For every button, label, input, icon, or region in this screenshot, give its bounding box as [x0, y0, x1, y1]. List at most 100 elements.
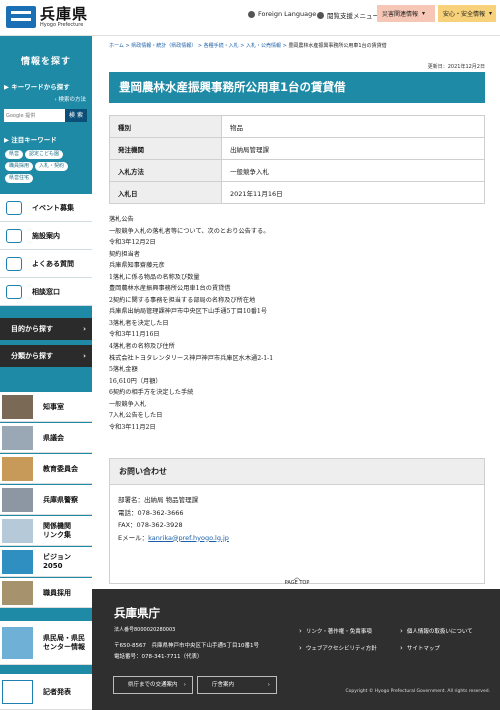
contact-tel: 電話：078-362-3666	[118, 508, 184, 517]
keyword-chip[interactable]: 県営住宅	[5, 174, 34, 183]
contact-heading: お問い合わせ	[110, 459, 484, 485]
notice-line: 3落札者を決定した日	[109, 319, 169, 327]
footer-phone: 電話番号：078-341-7711（代表）	[114, 653, 203, 660]
keyword-chip[interactable]: 入札・契約	[35, 162, 69, 171]
sidebar-item-events[interactable]: イベント募集	[0, 194, 92, 222]
keyword-chip[interactable]: 認定こども園	[25, 150, 64, 159]
link-assembly[interactable]: 県議会	[0, 423, 92, 453]
table-row: 種別 物品	[109, 115, 485, 138]
footer-address-block: 〒650-8567 兵庫県神戸市中央区下山手通5丁目10番1号 電話番号：078…	[114, 641, 259, 662]
chevron-right-icon: ›	[83, 325, 86, 333]
search-input[interactable]	[4, 109, 65, 122]
contact-email-link[interactable]: kanrika@pref.hyogo.lg.jp	[148, 534, 229, 542]
notice-line: 契約担当者	[109, 250, 140, 258]
reading-support-link[interactable]: 閲覧支援メニュー	[317, 10, 379, 20]
footer-address: 〒650-8567 兵庫県神戸市中央区下山手通5丁目10番1号	[114, 643, 259, 649]
notice-line: 令和3年12月2日	[109, 239, 156, 247]
breadcrumb-item[interactable]: 各種手続・入札	[204, 43, 239, 49]
sidebar-title: 情報を探す	[20, 57, 71, 67]
table-row: 入札方法 一般競争入札	[109, 159, 485, 182]
governor-photo	[2, 395, 33, 419]
contact-box: お問い合わせ 部署名：出納局 物品管理課 電話：078-362-3666 FAX…	[109, 458, 485, 584]
chevron-down-icon: ▾	[422, 10, 426, 17]
link-recruitment[interactable]: 職員採用	[0, 578, 92, 608]
globe-icon	[248, 10, 255, 18]
notice-line: 兵庫県知事齋藤元彦	[109, 262, 165, 270]
keyword-chip[interactable]: 職員採用	[5, 162, 34, 171]
sidebar: 情報を探す ▶ キーワードから探す › 検索の方法 検 索 ▶ 注目キーワード …	[0, 36, 92, 710]
sidebar-item-consultation[interactable]: 相談窓口	[0, 278, 92, 306]
disaster-info-button[interactable]: 災害関連情報 ▾	[377, 5, 435, 22]
sidebar-item-faq[interactable]: よくある質問	[0, 250, 92, 278]
table-cell: 出納局管理課	[221, 137, 485, 160]
hyogo-logo-icon	[6, 6, 36, 28]
notice-line: 2契約に関する事務を担当する部局の名称及び所在地	[109, 296, 256, 304]
copyright: Copyright © Hyogo Prefectural Government…	[345, 689, 490, 694]
link-governor[interactable]: 知事室	[0, 392, 92, 422]
logo-subtitle: Hyogo Prefecture	[40, 22, 84, 28]
assembly-photo	[2, 426, 33, 450]
contact-dept: 部署名：出納局 物品管理課	[118, 496, 199, 504]
keyword-chips: 県営 認定こども園 職員採用 入札・契約 県営住宅	[5, 150, 89, 186]
notice-line: 5落札金額	[109, 366, 138, 374]
pen-icon	[2, 680, 33, 704]
search-button[interactable]: 検 索	[65, 109, 87, 122]
footer-link-privacy[interactable]: 個人情報の取扱いについて	[400, 627, 473, 635]
link-regional-centers[interactable]: 県民局・県民 センター情報	[0, 621, 92, 665]
table-header-cell: 発注機関	[109, 137, 222, 160]
notice-line: 16,610円（月額）	[109, 377, 162, 385]
footer-link-sitemap[interactable]: サイトマップ	[400, 644, 440, 652]
gear-icon	[317, 11, 324, 19]
sidebar-menu: イベント募集 施設案内 よくある質問 相談窓口	[0, 194, 92, 306]
chevron-right-icon: ›	[267, 682, 270, 688]
page-top-button[interactable]: ︿ PAGE TOP	[282, 574, 312, 587]
vision-2050-image	[2, 550, 33, 574]
keyword-search-label: ▶ キーワードから探す	[4, 83, 70, 91]
breadcrumb-item[interactable]: 県政情報・統計（県政情報）	[131, 43, 196, 49]
notice-line: 6契約の相手方を決定した手続	[109, 389, 194, 397]
education-photo	[2, 457, 33, 481]
breadcrumb-current: 豊岡農林水産振興事務所公用車1台の賃貸借	[288, 43, 387, 49]
notice-line: 1落札に係る物品の名称及び数量	[109, 273, 200, 281]
link-police[interactable]: 兵庫県警察	[0, 485, 92, 515]
award-notice: 落札公告 一般競争入札の落札者等について、次のとおり公告する。 令和3年12月2…	[109, 214, 485, 433]
related-orgs-photo	[2, 519, 33, 543]
chevron-down-icon: ▾	[489, 10, 493, 17]
notice-line: 兵庫県出納局管理課神戸市中央区下山手通5丁目10番1号	[109, 308, 268, 316]
notice-line: 一般競争入札の落札者等について、次のとおり公告する。	[109, 227, 270, 235]
breadcrumb-home[interactable]: ホーム	[109, 43, 124, 49]
sidebar-item-facilities[interactable]: 施設案内	[0, 222, 92, 250]
notice-line: 7入札公告をした日	[109, 412, 163, 420]
notice-line: 落札公告	[109, 216, 134, 223]
footer-link-copyright[interactable]: リンク・著作権・免責事項	[299, 627, 372, 635]
logo-title: 兵庫県	[40, 5, 89, 23]
link-education[interactable]: 教育委員会	[0, 454, 92, 484]
building-guide-button[interactable]: 庁舎案内 ›	[197, 676, 277, 694]
keyword-chip[interactable]: 県営	[5, 150, 24, 159]
search-help-link[interactable]: › 検索の方法	[0, 95, 86, 103]
table-cell: 物品	[221, 115, 485, 138]
foreign-language-link[interactable]: Foreign Language	[248, 10, 316, 18]
site-logo[interactable]: 兵庫県 Hyogo Prefecture	[6, 6, 88, 28]
notice-line: 令和3年11月16日	[109, 331, 160, 339]
consultation-icon	[6, 284, 22, 299]
breadcrumb-item[interactable]: 入札・公売情報	[246, 43, 281, 49]
question-icon	[6, 256, 22, 271]
link-press-release[interactable]: 記者発表	[0, 674, 92, 710]
recruitment-photo	[2, 581, 33, 605]
link-vision-2050[interactable]: ビジョン 2050	[0, 547, 92, 577]
link-related-orgs[interactable]: 関係機関 リンク集	[0, 516, 92, 546]
site-footer: 兵庫県庁 法人番号8000020280003 〒650-8567 兵庫県神戸市中…	[92, 589, 500, 710]
breadcrumb: ホーム > 県政情報・統計（県政情報） > 各種手続・入札 > 入札・公売情報 …	[109, 43, 387, 49]
chevron-right-icon: ›	[183, 682, 186, 688]
search-by-purpose-button[interactable]: 目的から探す ›	[0, 318, 92, 340]
table-cell: 2021年11月16日	[221, 181, 485, 204]
table-cell: 一般競争入札	[221, 159, 485, 182]
updated-date: 更新日：2021年12月2日	[427, 64, 485, 70]
search-by-category-button[interactable]: 分類から探す ›	[0, 345, 92, 367]
transport-guide-button[interactable]: 県庁までの交通案内 ›	[113, 676, 193, 694]
safety-info-button[interactable]: 安心・安全情報 ▾	[438, 5, 496, 22]
notice-line: 4落札者の名称及び住所	[109, 343, 175, 351]
site-header: 兵庫県 Hyogo Prefecture Foreign Language 閲覧…	[0, 0, 500, 36]
footer-link-accessibility[interactable]: ウェブアクセシビリティ方針	[299, 644, 377, 652]
